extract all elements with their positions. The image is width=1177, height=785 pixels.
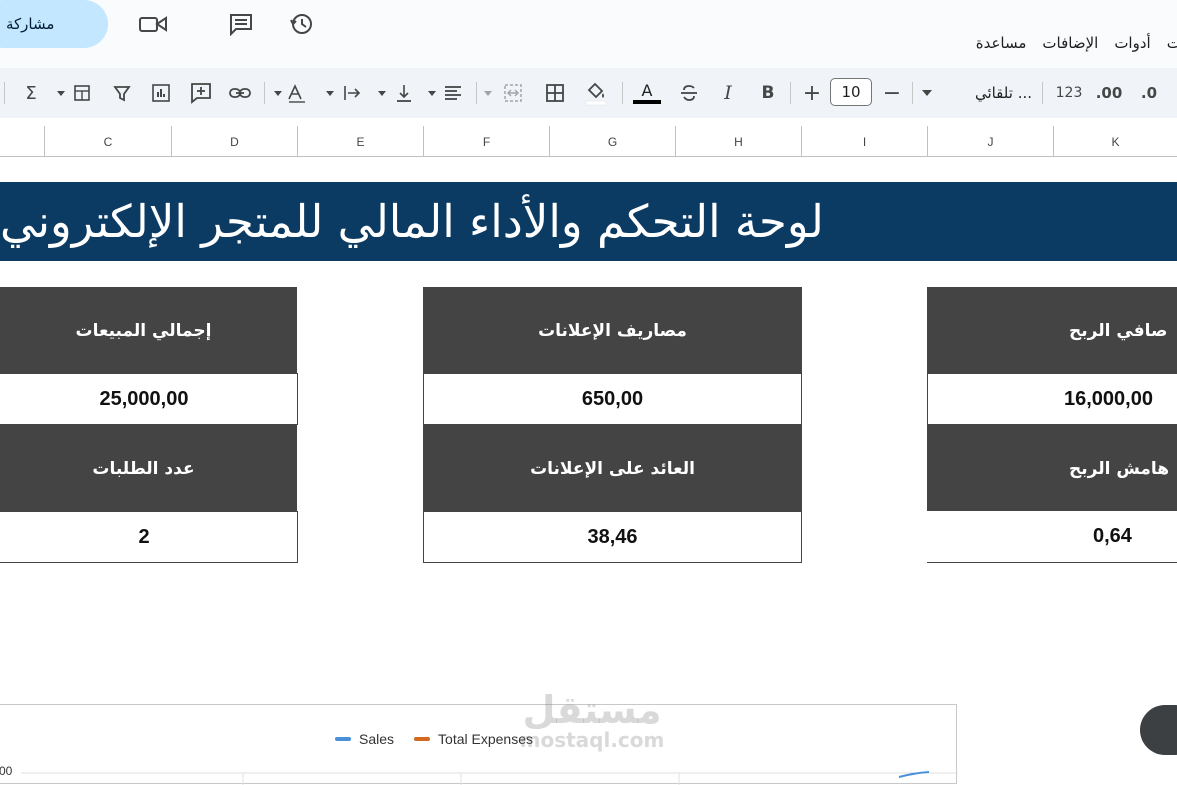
- share-label: مشاركة: [6, 15, 55, 33]
- font-family-label: تلقائي ...: [974, 84, 1032, 102]
- kpi-header-ad-spend: مصاريف الإعلانات: [423, 287, 802, 374]
- increase-font-size-button[interactable]: +: [800, 80, 824, 106]
- watermark-logo: مستقل mostaql.com: [512, 690, 672, 750]
- text-color-swatch: [633, 100, 661, 104]
- insert-comment-icon[interactable]: [188, 80, 214, 106]
- borders-icon[interactable]: [542, 80, 568, 106]
- comments-icon[interactable]: [226, 10, 256, 38]
- column-header-j[interactable]: J: [927, 126, 1053, 157]
- kpi-label: هامش الربح: [1069, 458, 1170, 479]
- toolbar-separator: [790, 82, 791, 104]
- kpi-value: 38,46: [587, 525, 638, 548]
- kpi-header-total-sales: إجمالي المبيعات: [0, 287, 297, 374]
- column-header-c[interactable]: C: [44, 126, 171, 157]
- toolbar-separator: [4, 82, 5, 104]
- table-icon[interactable]: [54, 80, 96, 106]
- kpi-header-roas: العائد على الإعلانات: [423, 425, 802, 512]
- share-button[interactable]: مشاركة ◍: [0, 0, 108, 48]
- kpi-value-roas[interactable]: 38,46: [423, 511, 802, 563]
- kpi-value-net-profit[interactable]: 16,000,00: [927, 373, 1177, 425]
- kpi-label: إجمالي المبيعات: [75, 320, 212, 341]
- menu-item-addons[interactable]: الإضافات: [1042, 34, 1098, 52]
- column-header-k[interactable]: K: [1053, 126, 1177, 157]
- menu-item-tools[interactable]: أدوات: [1114, 34, 1150, 52]
- italic-button[interactable]: I: [716, 80, 740, 106]
- kpi-header-order-count: عدد الطلبات: [0, 425, 297, 512]
- column-header-h[interactable]: H: [675, 126, 801, 157]
- kpi-label: العائد على الإعلانات: [530, 458, 695, 479]
- filter-icon[interactable]: [110, 80, 134, 106]
- toolbar-separator: [622, 82, 623, 104]
- decrease-font-size-button[interactable]: −: [880, 80, 904, 106]
- functions-sum-button[interactable]: Σ: [20, 80, 42, 106]
- kpi-value: 2: [138, 525, 150, 548]
- bold-button[interactable]: B: [756, 80, 780, 106]
- insert-link-icon[interactable]: [226, 80, 254, 106]
- chart-icon[interactable]: [148, 80, 174, 106]
- column-headers: C D E F G H I J K: [0, 126, 1177, 157]
- watermark-arabic: مستقل: [522, 688, 662, 732]
- menu-bar: ات أدوات الإضافات مساعدة: [976, 34, 1177, 52]
- font-family-dropdown[interactable]: تلقائي ...: [920, 80, 1032, 106]
- decrease-decimal-button[interactable]: .0: [1134, 80, 1164, 106]
- kpi-label: عدد الطلبات: [92, 458, 195, 479]
- toolbar-separator: [476, 82, 477, 104]
- kpi-header-profit-margin: هامش الربح: [927, 425, 1177, 512]
- column-header-g[interactable]: G: [549, 126, 675, 157]
- kpi-value-profit-margin[interactable]: 0,64: [927, 511, 1177, 563]
- floating-pill-button[interactable]: [1140, 705, 1177, 755]
- vertical-align-dropdown[interactable]: [374, 80, 418, 106]
- top-bar: مشاركة ◍ ات أدوات الإضافات مساعدة: [0, 0, 1177, 68]
- font-size-input[interactable]: 10: [830, 78, 872, 106]
- kpi-value: 0,64: [1093, 525, 1132, 547]
- column-header-e[interactable]: E: [297, 126, 423, 157]
- column-header-f[interactable]: F: [423, 126, 549, 157]
- kpi-header-net-profit: صافي الربح: [927, 287, 1177, 374]
- menu-item-help[interactable]: مساعدة: [976, 34, 1027, 52]
- kpi-value-total-sales[interactable]: 25,000,00: [0, 373, 298, 425]
- text-rotation-dropdown[interactable]: [270, 80, 314, 106]
- chart-plot-area: [21, 771, 958, 785]
- formatting-toolbar: Σ A I B + 10 − تلقائي ... 123 .00 .0: [0, 68, 1177, 118]
- menu-item-extensions-partial[interactable]: ات: [1167, 34, 1177, 52]
- kpi-label: صافي الربح: [1069, 320, 1168, 341]
- dashboard-title-banner: لوحة التحكم والأداء المالي للمتجر الإلكت…: [0, 182, 1177, 261]
- column-header-i[interactable]: I: [801, 126, 927, 157]
- increase-decimal-button[interactable]: .00: [1094, 80, 1124, 106]
- more-formats-button[interactable]: 123: [1052, 80, 1086, 106]
- history-icon[interactable]: [286, 10, 316, 38]
- dashboard-title: لوحة التحكم والأداء المالي للمتجر الإلكت…: [0, 195, 824, 248]
- toolbar-separator: [912, 82, 913, 104]
- text-wrapping-dropdown[interactable]: [322, 80, 366, 106]
- fill-color-icon[interactable]: [582, 80, 610, 106]
- toolbar-separator: [1042, 82, 1043, 104]
- toolbar-separator: [264, 82, 265, 104]
- kpi-value-ad-spend[interactable]: 650,00: [423, 373, 802, 425]
- kpi-value: 650,00: [581, 387, 644, 410]
- watermark-latin: mostaql.com: [519, 728, 665, 752]
- kpi-value: 25,000,00: [99, 387, 189, 410]
- strikethrough-icon[interactable]: [676, 80, 702, 106]
- column-header-d[interactable]: D: [171, 126, 297, 157]
- video-call-icon[interactable]: [138, 10, 168, 38]
- sales-expenses-chart[interactable]: Sales Total Expenses 00: [0, 704, 958, 785]
- kpi-value-order-count[interactable]: 2: [0, 511, 298, 563]
- text-color-button[interactable]: A: [632, 80, 662, 106]
- text-color-letter: A: [641, 81, 653, 100]
- kpi-value: 16,000,00: [1064, 387, 1153, 410]
- merge-cells-dropdown[interactable]: [480, 80, 526, 106]
- kpi-label: مصاريف الإعلانات: [538, 320, 687, 341]
- horizontal-align-dropdown[interactable]: [424, 80, 468, 106]
